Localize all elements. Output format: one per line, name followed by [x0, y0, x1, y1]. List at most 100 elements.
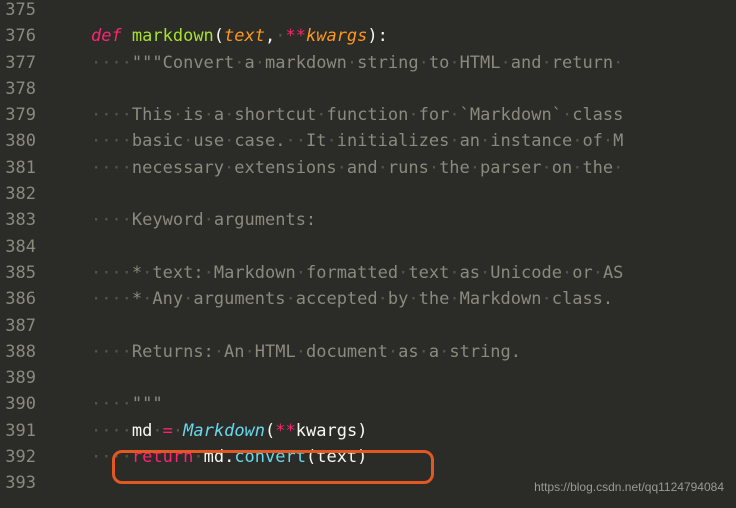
code-content[interactable] [50, 368, 736, 388]
token: Unicode [490, 263, 562, 283]
token: arguments [193, 289, 285, 309]
code-line[interactable]: 386 ····*·Any·arguments·accepted·by·the·… [0, 289, 736, 315]
token: · [593, 263, 603, 283]
code-line[interactable]: 375 [0, 0, 736, 26]
token: use [193, 131, 224, 151]
token: · [142, 263, 152, 283]
code-line[interactable]: 378 [0, 79, 736, 105]
token: Returns: [132, 342, 214, 362]
token: · [480, 131, 490, 151]
line-number: 380 [0, 131, 50, 151]
token: · [613, 53, 623, 73]
token: string. [449, 342, 521, 362]
code-line[interactable]: 385 ····*·text:·Markdown·formatted·text·… [0, 263, 736, 289]
token: the [439, 158, 470, 178]
code-line[interactable]: 377 ····"""Convert·a·markdown·string·to·… [0, 53, 736, 79]
code-content[interactable]: ····basic·use·case.··It·initializes·an·i… [50, 131, 736, 151]
token: · [449, 289, 459, 309]
code-line[interactable]: 376 def markdown(text,·**kwargs): [0, 26, 736, 52]
token: or [572, 263, 592, 283]
code-content[interactable] [50, 316, 736, 336]
token: text [224, 26, 265, 46]
code-content[interactable]: def markdown(text,·**kwargs): [50, 26, 736, 46]
code-content[interactable]: ····This·is·a·shortcut·function·for·`Mar… [50, 105, 736, 125]
token: · [214, 342, 224, 362]
token: as [398, 342, 418, 362]
code-content[interactable] [50, 0, 736, 20]
token: · [183, 289, 193, 309]
code-content[interactable]: ····*·Any·arguments·accepted·by·the·Mark… [50, 289, 736, 309]
code-line[interactable]: 391 ····md·=·Markdown(**kwargs) [0, 421, 736, 447]
token: Any [152, 289, 183, 309]
code-line[interactable]: 384 [0, 237, 736, 263]
token: for [419, 105, 450, 125]
line-number: 377 [0, 53, 50, 73]
token: ···· [91, 394, 132, 414]
code-line[interactable]: 382 [0, 184, 736, 210]
code-content[interactable]: ····Returns:·An·HTML·document·as·a·strin… [50, 342, 736, 362]
code-content[interactable]: ····md·=·Markdown(**kwargs) [50, 421, 736, 441]
code-editor[interactable]: 375 376 def markdown(text,·**kwargs):377… [0, 0, 736, 500]
token: · [234, 53, 244, 73]
token: function [326, 105, 408, 125]
code-line[interactable]: 379 ····This·is·a·shortcut·function·for·… [0, 105, 736, 131]
token: and [511, 53, 542, 73]
token: a [214, 105, 224, 125]
token: · [255, 53, 265, 73]
token: ···· [91, 289, 132, 309]
token: def [91, 26, 132, 46]
code-content[interactable]: ····Keyword·arguments: [50, 210, 736, 230]
token: It [306, 131, 326, 151]
code-line[interactable]: 383 ····Keyword·arguments: [0, 210, 736, 236]
watermark-text: https://blog.csdn.net/qq1124794084 [534, 480, 724, 494]
code-content[interactable]: ····""" [50, 394, 736, 414]
code-line[interactable]: 387 [0, 316, 736, 342]
token: and [347, 158, 378, 178]
code-content[interactable]: ····"""Convert·a·markdown·string·to·HTML… [50, 53, 736, 73]
token: by [388, 289, 408, 309]
token: · [572, 158, 582, 178]
token: runs [388, 158, 429, 178]
code-content[interactable]: ····return·md.convert(text) [50, 447, 736, 467]
code-content[interactable]: ····necessary·extensions·and·runs·the·pa… [50, 158, 736, 178]
token: · [378, 289, 388, 309]
token: · [449, 105, 459, 125]
token: · [398, 263, 408, 283]
token: of [582, 131, 602, 151]
token: arguments: [214, 210, 316, 230]
code-content[interactable] [50, 237, 736, 257]
line-number: 386 [0, 289, 50, 309]
token: · [419, 342, 429, 362]
token: markdown [265, 53, 347, 73]
token: `Markdown` [460, 105, 562, 125]
token: · [429, 158, 439, 178]
code-line[interactable]: 390 ····""" [0, 394, 736, 420]
token: · [316, 105, 326, 125]
token: kwargs [296, 421, 357, 441]
token: · [562, 263, 572, 283]
code-line[interactable]: 381 ····necessary·extensions·and·runs·th… [0, 158, 736, 184]
code-line[interactable]: 388 ····Returns:·An·HTML·document·as·a·s… [0, 342, 736, 368]
token: ···· [91, 342, 132, 362]
token: on [552, 158, 572, 178]
code-content[interactable] [50, 79, 736, 99]
code-content[interactable]: ····*·text:·Markdown·formatted·text·as·U… [50, 263, 736, 283]
token: ·· [286, 131, 306, 151]
code-line[interactable]: 380 ····basic·use·case.··It·initializes·… [0, 131, 736, 157]
token: string [357, 53, 418, 73]
token: ) [357, 421, 367, 441]
token: · [408, 289, 418, 309]
token: ) [357, 447, 367, 467]
token: initializes [337, 131, 450, 151]
code-line[interactable]: 389 [0, 368, 736, 394]
token: M [613, 131, 623, 151]
token: · [204, 263, 214, 283]
token: ···· [91, 263, 132, 283]
token: HTML [460, 53, 501, 73]
token: ···· [91, 421, 132, 441]
token: class [572, 105, 623, 125]
token: document [306, 342, 388, 362]
code-content[interactable] [50, 184, 736, 204]
line-number: 388 [0, 342, 50, 362]
code-line[interactable]: 392 ····return·md.convert(text) [0, 447, 736, 473]
